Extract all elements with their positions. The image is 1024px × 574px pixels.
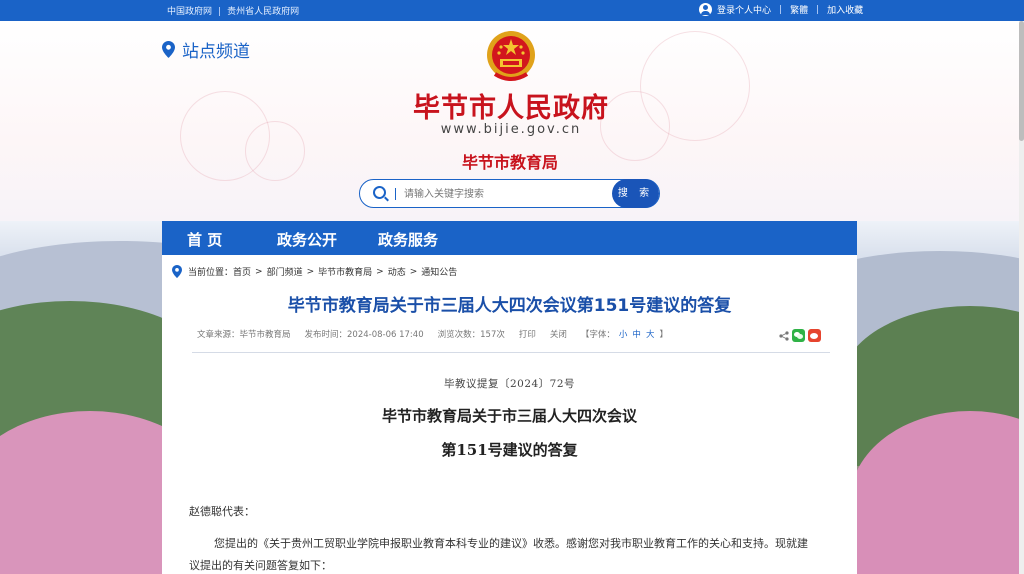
department-name: 毕节市教育局 [461, 153, 558, 172]
divider [395, 188, 396, 200]
main-nav: 首 页 政务公开 政务服务 [162, 221, 857, 255]
breadcrumb-news[interactable]: 动态 [388, 265, 406, 278]
document-title-line1: 毕节市教育局关于市三届人大四次会议 [381, 407, 637, 425]
greeting: 赵德聪代表： [189, 505, 255, 518]
article-title: 毕节市教育局关于市三届人大四次会议第151号建议的答复 [287, 296, 732, 316]
document-title-line2: 第151号建议的答复 [441, 441, 578, 459]
fontsize-end: 】 [659, 330, 668, 340]
traditional-chinese-link[interactable]: 繁體 [790, 3, 808, 16]
breadcrumb-separator: > [409, 266, 418, 277]
national-emblem-icon [487, 31, 535, 81]
location-pin-icon [162, 41, 175, 58]
nav-home[interactable]: 首 页 [187, 229, 222, 250]
gov-url: www.bijie.gov.cn [440, 122, 582, 137]
breadcrumb-label: 当前位置： [188, 268, 234, 278]
gov-name: 毕节市人民政府 [413, 93, 609, 124]
scrollbar-thumb[interactable] [1019, 21, 1024, 141]
divider: | [218, 7, 222, 17]
fontsize-large[interactable]: 大 [646, 328, 655, 340]
divider [192, 352, 830, 353]
breadcrumb-notices[interactable]: 通知公告 [421, 265, 457, 278]
link-guizhou-gov[interactable]: 贵州省人民政府网 [227, 7, 299, 17]
breadcrumb-home[interactable]: 首页 [233, 265, 251, 278]
login-link[interactable]: 登录个人中心 [717, 3, 771, 16]
search-input[interactable] [404, 185, 604, 203]
share-buttons [779, 329, 821, 342]
nav-gov-services[interactable]: 政务服务 [378, 229, 438, 250]
meta-published: 发布时间：2024-08-06 17:40 [304, 330, 424, 340]
divider: | [779, 4, 783, 15]
external-links: 中国政府网 | 贵州省人民政府网 [167, 4, 299, 17]
wechat-icon[interactable] [792, 329, 805, 342]
location-pin-icon [172, 265, 182, 278]
decorative-flower [245, 121, 305, 181]
breadcrumb-dept-channel[interactable]: 部门频道 [267, 265, 303, 278]
top-utility-bar: 中国政府网 | 贵州省人民政府网 登录个人中心 | 繁體 | 加入收藏 [0, 0, 1024, 21]
fontsize-medium[interactable]: 中 [632, 328, 641, 340]
breadcrumb-separator: > [376, 266, 384, 277]
breadcrumb: 当前位置： 首页 > 部门频道 > 毕节市教育局 > 动态 > 通知公告 [172, 265, 457, 278]
site-channel-link[interactable]: 站点频道 [162, 37, 250, 62]
body-paragraph: 您提出的《关于贵州工贸职业学院申报职业教育本科专业的建议》收悉。感谢您对我市职业… [189, 537, 808, 572]
breadcrumb-separator: > [306, 266, 315, 277]
meta-views: 浏览次数：157次 [437, 330, 505, 340]
document-number: 毕教议提复〔2024〕72号 [443, 378, 576, 390]
user-actions: 登录个人中心 | 繁體 | 加入收藏 [699, 3, 863, 16]
breadcrumb-separator: > [255, 266, 263, 277]
breadcrumb-education-bureau[interactable]: 毕节市教育局 [318, 265, 372, 278]
page-scrollbar[interactable] [1019, 21, 1024, 574]
fontsize-small[interactable]: 小 [619, 328, 628, 340]
fontsize-label: 【字体： [580, 330, 615, 340]
search-icon [373, 186, 386, 199]
site-channel-label: 站点频道 [182, 42, 250, 62]
article-meta: 文章来源：毕节市教育局 发布时间：2024-08-06 17:40 浏览次数：1… [197, 328, 682, 340]
user-icon[interactable] [699, 3, 712, 16]
link-china-gov[interactable]: 中国政府网 [167, 7, 212, 17]
search-button[interactable]: 搜 索 [612, 179, 659, 208]
nav-gov-affairs-disclosure[interactable]: 政务公开 [277, 229, 337, 250]
meta-source: 文章来源：毕节市教育局 [197, 330, 291, 340]
search-box: 搜 索 [359, 179, 660, 208]
add-favorite-link[interactable]: 加入收藏 [827, 3, 863, 16]
divider: | [816, 4, 820, 15]
close-link[interactable]: 关闭 [550, 328, 567, 340]
weibo-icon[interactable] [808, 329, 821, 342]
article-panel: 当前位置： 首页 > 部门频道 > 毕节市教育局 > 动态 > 通知公告 毕节市… [162, 255, 857, 574]
print-link[interactable]: 打印 [519, 328, 536, 340]
share-icon[interactable] [779, 330, 789, 341]
